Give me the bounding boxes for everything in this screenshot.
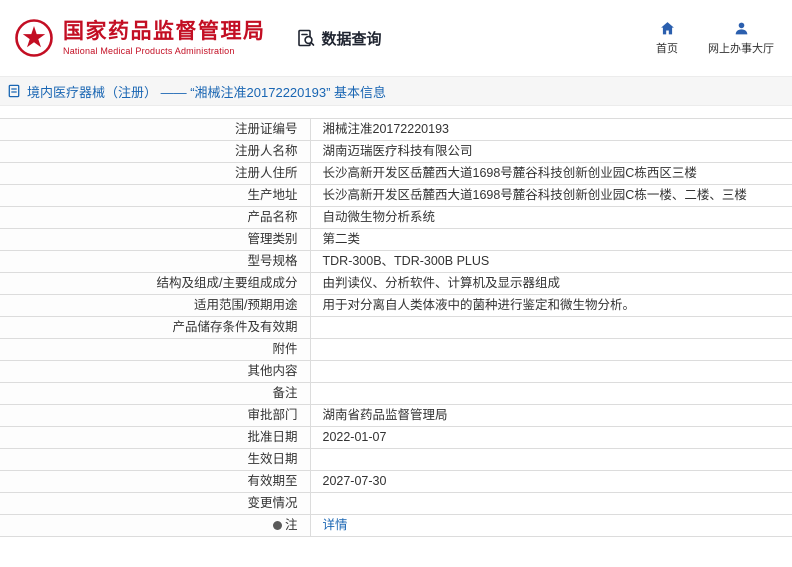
row-label: 适用范围/预期用途 [0, 294, 311, 317]
nav-home[interactable]: 首页 [656, 21, 678, 56]
table-row: 型号规格 TDR-300B、TDR-300B PLUS [0, 250, 792, 273]
registration-info-table: 注册证编号 湘械注准20172220193 注册人名称 湖南迈瑞医疗科技有限公司 注… [0, 118, 792, 537]
row-label: 有效期至 [0, 470, 311, 493]
table-row: 生产地址 长沙高新开发区岳麓西大道1698号麓谷科技创新创业园C栋一楼、二楼、三楼 [0, 184, 792, 207]
table-row: 注 详情 [0, 514, 792, 537]
row-value: 2022-01-07 [310, 426, 792, 449]
table-row: 附件 [0, 338, 792, 361]
table-row: 结构及组成/主要组成成分 由判读仪、分析软件、计算机及显示器组成 [0, 272, 792, 295]
row-label: 注册证编号 [0, 118, 311, 141]
row-value: 由判读仪、分析软件、计算机及显示器组成 [310, 272, 792, 295]
row-label: 附件 [0, 338, 311, 361]
note-icon [272, 521, 282, 530]
nav-data-query-label: 数据查询 [321, 30, 382, 48]
page-title: 境内医疗器械（注册） —— “湘械注准20172220193” 基本信息 [27, 84, 387, 100]
row-label: 生产地址 [0, 184, 311, 207]
row-value: TDR-300B、TDR-300B PLUS [310, 250, 792, 273]
table-row: 其他内容 [0, 360, 792, 383]
row-value: 第二类 [310, 228, 792, 251]
row-label: 备注 [0, 382, 311, 405]
row-label: 注册人住所 [0, 162, 311, 185]
row-value: 湘械注准20172220193 [310, 118, 792, 141]
table-row: 有效期至 2027-07-30 [0, 470, 792, 493]
table-row: 注册证编号 湘械注准20172220193 [0, 118, 792, 141]
table-row: 注册人住所 长沙高新开发区岳麓西大道1698号麓谷科技创新创业园C栋西区三楼 [0, 162, 792, 185]
brand: 国家药品监督管理局 National Medical Products Admi… [14, 18, 266, 58]
note-label: 注 [284, 518, 298, 532]
data-query-icon [296, 28, 316, 48]
row-label: 其他内容 [0, 360, 311, 383]
row-value: 长沙高新开发区岳麓西大道1698号麓谷科技创新创业园C栋一楼、二楼、三楼 [310, 184, 792, 207]
home-icon [660, 21, 675, 36]
row-label: 产品名称 [0, 206, 311, 229]
row-value: 自动微生物分析系统 [310, 206, 792, 229]
row-value: 湖南省药品监督管理局 [310, 404, 792, 427]
row-label: 注 [0, 514, 311, 537]
row-value [310, 448, 792, 471]
row-value [310, 338, 792, 361]
detail-link[interactable]: 详情 [323, 518, 348, 532]
row-value [310, 360, 792, 383]
table-row: 适用范围/预期用途 用于对分离自人类体液中的菌种进行鉴定和微生物分析。 [0, 294, 792, 317]
row-value [310, 316, 792, 339]
row-value: 详情 [310, 514, 792, 537]
nav-data-query[interactable]: 数据查询 [296, 28, 382, 49]
table-row: 管理类别 第二类 [0, 228, 792, 251]
row-value [310, 382, 792, 405]
table-row: 产品名称 自动微生物分析系统 [0, 206, 792, 229]
document-icon [7, 84, 21, 98]
table-row: 生效日期 [0, 448, 792, 471]
org-name-cn: 国家药品监督管理局 [63, 19, 266, 43]
row-label: 变更情况 [0, 492, 311, 515]
row-label: 批准日期 [0, 426, 311, 449]
table-row: 注册人名称 湖南迈瑞医疗科技有限公司 [0, 140, 792, 163]
row-label: 审批部门 [0, 404, 311, 427]
breadcrumb-bar: 境内医疗器械（注册） —— “湘械注准20172220193” 基本信息 [0, 76, 792, 106]
row-value: 湖南迈瑞医疗科技有限公司 [310, 140, 792, 163]
table-row: 审批部门 湖南省药品监督管理局 [0, 404, 792, 427]
site-header: 国家药品监督管理局 National Medical Products Admi… [0, 0, 792, 76]
table-row: 变更情况 [0, 492, 792, 515]
row-label: 型号规格 [0, 250, 311, 273]
row-value: 长沙高新开发区岳麓西大道1698号麓谷科技创新创业园C栋西区三楼 [310, 162, 792, 185]
nav-service-hall-label: 网上办事大厅 [708, 42, 774, 55]
header-right-nav: 首页 网上办事大厅 [656, 21, 774, 56]
org-name-en: National Medical Products Administration [63, 46, 235, 57]
row-label: 注册人名称 [0, 140, 311, 163]
table-row: 批准日期 2022-01-07 [0, 426, 792, 449]
brand-text: 国家药品监督管理局 National Medical Products Admi… [63, 20, 266, 56]
row-label: 管理类别 [0, 228, 311, 251]
table-row: 产品储存条件及有效期 [0, 316, 792, 339]
row-value: 2027-07-30 [310, 470, 792, 493]
nav-home-label: 首页 [656, 42, 678, 55]
national-emblem-logo [14, 18, 54, 58]
row-label: 结构及组成/主要组成成分 [0, 272, 311, 295]
table-row: 备注 [0, 382, 792, 405]
row-value: 用于对分离自人类体液中的菌种进行鉴定和微生物分析。 [310, 294, 792, 317]
user-icon [734, 21, 749, 36]
row-value [310, 492, 792, 515]
row-label: 生效日期 [0, 448, 311, 471]
row-label: 产品储存条件及有效期 [0, 316, 311, 339]
nav-service-hall[interactable]: 网上办事大厅 [708, 21, 774, 56]
